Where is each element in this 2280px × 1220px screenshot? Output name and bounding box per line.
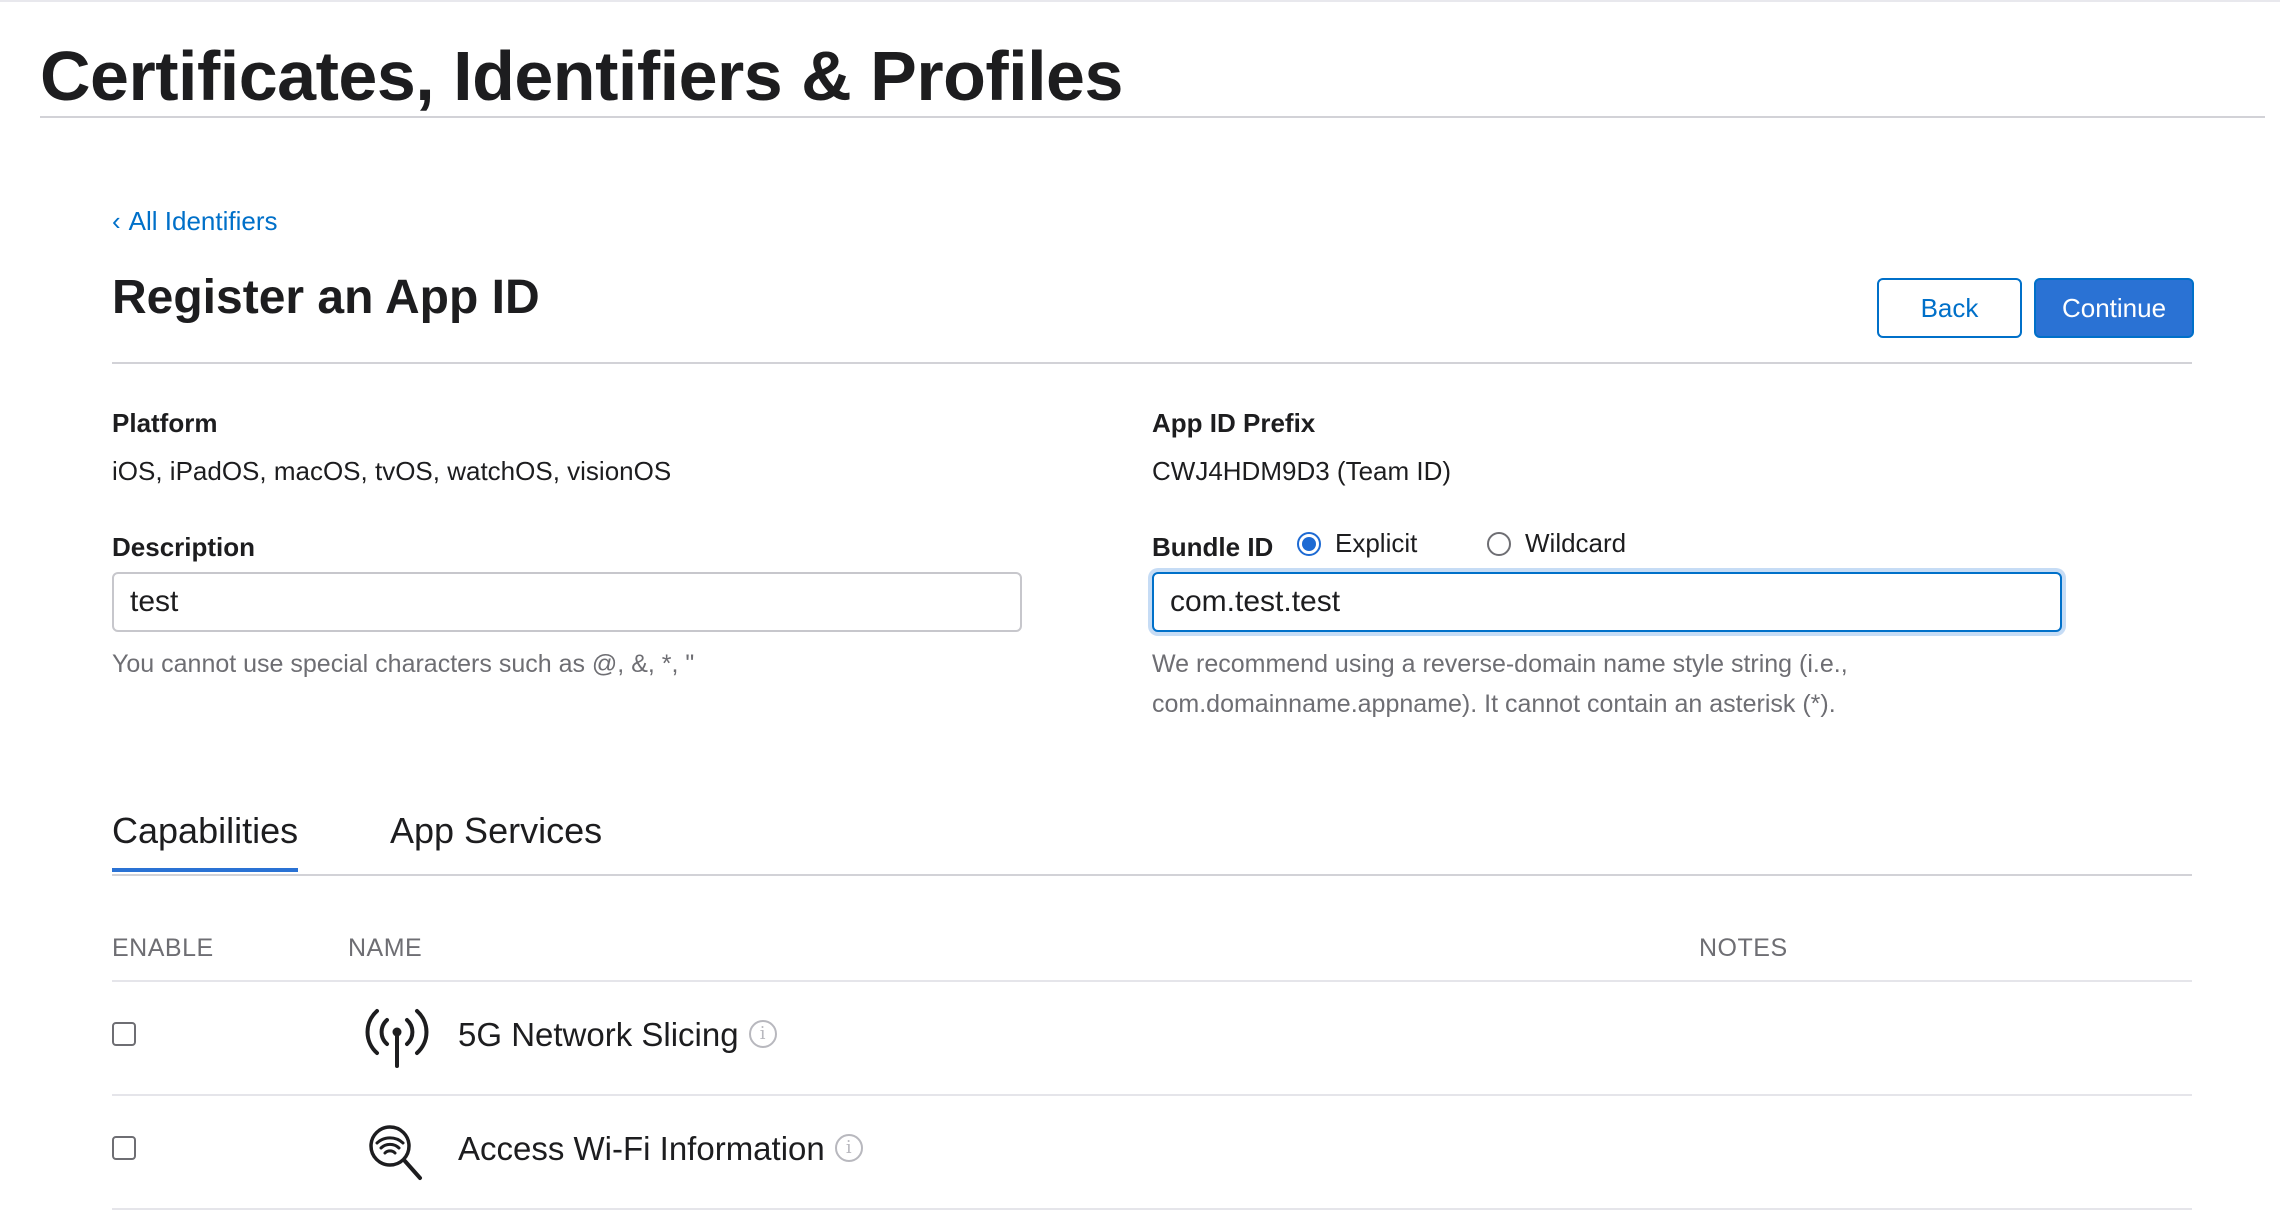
- column-header-enable: ENABLE: [112, 934, 214, 962]
- capability-name: Access Wi-Fi Information i: [458, 1130, 863, 1168]
- chevron-left-icon: ‹: [112, 206, 121, 236]
- bundle-id-label: Bundle ID: [1152, 532, 1274, 562]
- info-icon[interactable]: i: [834, 1134, 863, 1163]
- capability-name-text: 5G Network Slicing: [458, 1016, 739, 1053]
- column-header-notes: NOTES: [1699, 934, 1788, 962]
- all-identifiers-label: All Identifiers: [128, 206, 278, 236]
- radio-wildcard-label: Wildcard: [1525, 528, 1627, 558]
- capability-name-text: Access Wi-Fi Information: [458, 1130, 825, 1167]
- header-divider: [112, 362, 2192, 364]
- form-title: Register an App ID: [112, 271, 540, 324]
- antenna-icon: [365, 1009, 429, 1068]
- enable-checkbox-5g-network-slicing[interactable]: [112, 1022, 136, 1046]
- page-header: Certificates, Identifiers & Profiles: [40, 36, 2265, 118]
- radio-wildcard-button[interactable]: [1487, 531, 1511, 556]
- table-row: 5G Network Slicing i: [112, 980, 2192, 1096]
- tab-capabilities[interactable]: Capabilities: [112, 810, 299, 872]
- page-title: Certificates, Identifiers & Profiles: [40, 37, 1123, 115]
- capability-name: 5G Network Slicing i: [458, 1016, 777, 1054]
- app-id-prefix-label: App ID Prefix: [1152, 408, 1316, 438]
- platform-label: Platform: [112, 408, 218, 438]
- description-help-text: You cannot use special characters such a…: [112, 650, 695, 678]
- bundle-id-help-line1: We recommend using a reverse-domain name…: [1152, 650, 1848, 678]
- radio-wildcard[interactable]: Wildcard: [1487, 528, 1626, 559]
- app-id-prefix-value: CWJ4HDM9D3 (Team ID): [1152, 456, 1452, 486]
- back-button[interactable]: Back: [1877, 278, 2022, 338]
- description-input[interactable]: [112, 572, 1022, 632]
- tab-app-services[interactable]: App Services: [390, 810, 602, 872]
- tab-bar: Capabilities App Services: [112, 810, 2192, 876]
- top-border: [0, 0, 2280, 2]
- column-header-name: NAME: [348, 934, 423, 962]
- all-identifiers-link[interactable]: ‹ All Identifiers: [112, 206, 278, 237]
- bundle-id-input[interactable]: [1152, 572, 2062, 632]
- enable-checkbox-access-wifi-information[interactable]: [112, 1136, 136, 1160]
- table-row-divider: [112, 1208, 2192, 1212]
- radio-explicit[interactable]: Explicit: [1297, 528, 1417, 559]
- platform-value: iOS, iPadOS, macOS, tvOS, watchOS, visio…: [112, 456, 672, 486]
- table-row: Access Wi-Fi Information i: [112, 1094, 2192, 1210]
- description-label: Description: [112, 532, 256, 562]
- radio-explicit-button[interactable]: [1297, 531, 1321, 556]
- radio-explicit-label: Explicit: [1335, 528, 1418, 558]
- bundle-id-help-line2: com.domainname.appname). It cannot conta…: [1152, 690, 1836, 718]
- continue-button[interactable]: Continue: [2034, 278, 2194, 338]
- wifi-search-icon: [369, 1125, 422, 1180]
- info-icon[interactable]: i: [748, 1020, 777, 1049]
